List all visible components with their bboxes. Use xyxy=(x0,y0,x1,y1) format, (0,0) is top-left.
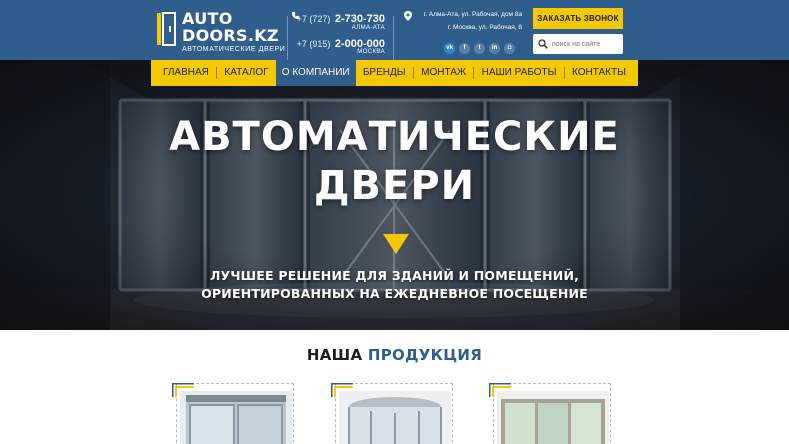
product-image-folding-door xyxy=(497,391,609,444)
hero-title: АВТОМАТИЧЕСКИЕ xyxy=(169,114,620,160)
hero-subtitle: ОРИЕНТИРОВАННЫХ НА ЕЖЕДНЕВНОЕ ПОСЕЩЕНИЕ xyxy=(201,286,588,301)
logo-text-auto: AUTO xyxy=(182,9,233,28)
nav-separator xyxy=(216,67,218,79)
nav-item-catalog[interactable]: КАТАЛОГ xyxy=(218,60,274,86)
section-title-accent: ПРОДУКЦИЯ xyxy=(367,346,483,364)
product-image-sliding-door xyxy=(180,391,292,444)
facebook-icon[interactable]: f xyxy=(459,43,470,54)
nav-separator xyxy=(563,67,565,79)
nav-item-about[interactable]: О КОМПАНИИ xyxy=(275,60,356,86)
phone-prefix: +7 (727) xyxy=(296,14,331,24)
main-nav: ГЛАВНАЯ КАТАЛОГ О КОМПАНИИ БРЕНДЫ МОНТАЖ… xyxy=(151,60,638,86)
nav-item-portfolio[interactable]: НАШИ РАБОТЫ xyxy=(476,60,563,86)
product-image-revolving-door xyxy=(339,391,451,444)
nav-item-brands[interactable]: БРЕНДЫ xyxy=(357,60,412,86)
social-links: vk f t in ◘ xyxy=(444,43,515,55)
logo-text-doors: DOORS.KZ xyxy=(182,26,279,45)
map-pin-icon xyxy=(404,11,412,21)
phone-prefix: +7 (915) xyxy=(296,39,331,49)
nav-item-installation[interactable]: МОНТАЖ xyxy=(415,60,472,86)
product-card[interactable] xyxy=(172,383,296,444)
address-moscow: г. Москва, ул. Рабочая, 8 xyxy=(447,24,522,31)
address-block: г. Алма-Ата, ул. Рабочая, дом 8а г. Моск… xyxy=(404,10,524,56)
nav-item-home[interactable]: ГЛАВНАЯ xyxy=(157,60,215,86)
section-title-products: НАША ПРОДУКЦИЯ xyxy=(0,346,789,364)
search-box xyxy=(533,34,623,54)
order-call-button[interactable]: ЗАКАЗАТЬ ЗВОНОК xyxy=(533,8,623,29)
logo-tagline: АВТОМАТИЧЕСКИЕ ДВЕРИ xyxy=(182,46,286,53)
city-label: АЛМА-АТА xyxy=(351,25,385,31)
product-card[interactable] xyxy=(489,383,613,444)
instagram-icon[interactable]: ◘ xyxy=(504,43,515,54)
vk-icon[interactable]: vk xyxy=(444,43,455,54)
nav-separator xyxy=(473,67,475,79)
hero-subtitle: ЛУЧШЕЕ РЕШЕНИЕ ДЛЯ ЗДАНИЙ И ПОМЕЩЕНИЙ, xyxy=(209,268,580,283)
logo[interactable]: AUTO DOORS.KZ АВТОМАТИЧЕСКИЕ ДВЕРИ xyxy=(156,10,286,54)
door-logo-icon xyxy=(157,12,176,46)
address-almaty: г. Алма-Ата, ул. Рабочая, дом 8а xyxy=(423,11,522,18)
header-divider xyxy=(287,16,288,62)
product-card[interactable] xyxy=(331,383,455,444)
linkedin-icon[interactable]: in xyxy=(489,43,500,54)
section-title-dark: НАША xyxy=(306,346,363,364)
phone-block: +7 (727) 2-730-730 АЛМА-АТА +7 (915) 2-0… xyxy=(285,8,395,62)
phone-number: 2-730-730 xyxy=(334,13,385,25)
header-divider xyxy=(393,16,394,62)
down-arrow-icon xyxy=(383,234,409,254)
search-icon[interactable] xyxy=(538,39,548,49)
twitter-icon[interactable]: t xyxy=(474,43,485,54)
nav-item-contacts[interactable]: КОНТАКТЫ xyxy=(566,60,632,86)
search-input[interactable] xyxy=(552,36,620,52)
hero-title: ДВЕРИ xyxy=(313,163,476,209)
city-label: МОСКВА xyxy=(357,49,385,55)
nav-separator xyxy=(412,67,414,79)
site-header: AUTO DOORS.KZ АВТОМАТИЧЕСКИЕ ДВЕРИ +7 (7… xyxy=(0,0,789,62)
